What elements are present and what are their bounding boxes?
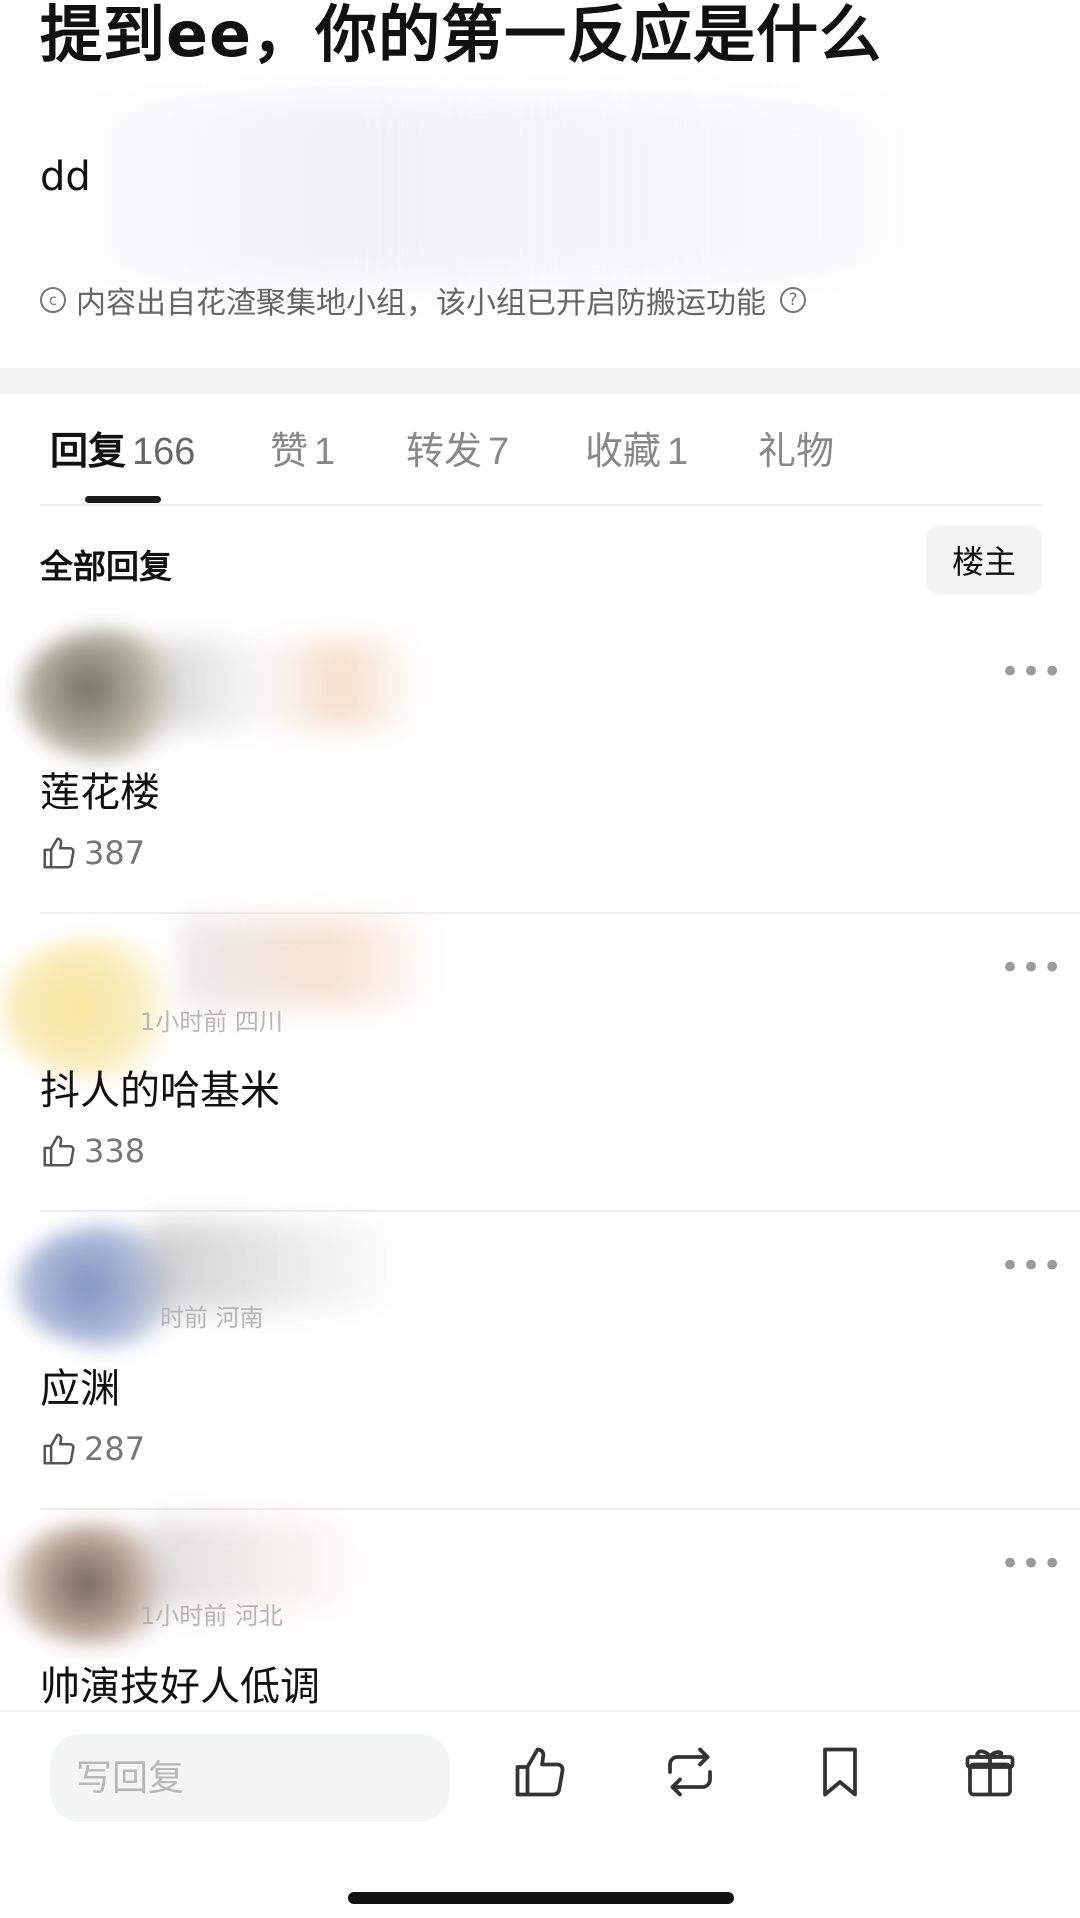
question-circle-icon[interactable]: ? (780, 287, 806, 313)
bookmark-icon[interactable] (810, 1742, 870, 1802)
like-button[interactable]: 387 (40, 834, 145, 872)
thumbs-up-icon[interactable] (510, 1742, 570, 1802)
tab-count: 1 (667, 431, 689, 473)
tab-bar: 回复 166 赞 1 转发 7 收藏 1 礼物 (0, 420, 1080, 500)
notice-text: 内容出自花渣聚集地小组，该小组已开启防搬运功能 (76, 286, 766, 321)
copyright-icon: c (40, 287, 66, 313)
username-blurred[interactable] (160, 640, 420, 730)
comment-meta: 1小时前 四川 (140, 1008, 283, 1036)
reply-input[interactable] (50, 1734, 450, 1822)
comment-divider (40, 1508, 1080, 1510)
thumbs-up-icon (43, 1135, 75, 1167)
tab-count: 166 (132, 431, 196, 473)
blurred-content-area (20, 95, 1020, 285)
tabs-divider (40, 504, 1042, 506)
tab-gifts[interactable]: 礼物 (758, 420, 834, 475)
comment-text: 应渊 (40, 1366, 120, 1412)
thumbs-up-icon (43, 837, 75, 869)
tab-replies[interactable]: 回复 166 (50, 420, 195, 475)
like-count: 387 (84, 834, 146, 872)
post-body: dd (40, 154, 91, 200)
tab-reposts[interactable]: 转发 7 (406, 420, 509, 475)
like-button[interactable]: 338 (40, 1132, 145, 1170)
thumbs-up-icon (43, 1433, 75, 1465)
more-options-icon[interactable]: ••• (1000, 948, 1063, 988)
like-count: 287 (84, 1430, 146, 1468)
home-indicator (348, 1892, 734, 1904)
tab-label: 赞 (270, 429, 309, 473)
comment-meta: 时前 河南 (160, 1304, 264, 1332)
more-options-icon[interactable]: ••• (1000, 652, 1063, 692)
tab-label: 转发 (406, 429, 483, 473)
repost-icon[interactable] (660, 1742, 720, 1802)
tab-count: 7 (488, 431, 510, 473)
tab-likes[interactable]: 赞 1 (270, 420, 335, 475)
more-options-icon[interactable]: ••• (1000, 1246, 1063, 1286)
tab-label: 收藏 (585, 429, 662, 473)
tab-label: 回复 (50, 429, 127, 473)
op-filter-button[interactable]: 楼主 (926, 525, 1042, 595)
bottom-action-bar (0, 1710, 1080, 1918)
section-separator (0, 368, 1080, 394)
comment-divider (40, 1210, 1080, 1212)
section-title: 全部回复 (40, 547, 172, 586)
tab-favorites[interactable]: 收藏 1 (585, 420, 688, 475)
gift-icon[interactable] (960, 1742, 1020, 1802)
comment-meta: 1小时前 河北 (140, 1602, 283, 1630)
post-title: 提到ee，你的第一反应是什么 (40, 0, 883, 71)
like-count: 338 (84, 1132, 146, 1170)
username-blurred[interactable] (180, 918, 440, 1008)
tab-label: 礼物 (758, 429, 835, 473)
comment-divider (40, 912, 1080, 914)
tab-count: 1 (314, 431, 336, 473)
comment-text: 抖人的哈基米 (40, 1068, 280, 1114)
comment-text: 帅演技好人低调 (40, 1664, 320, 1710)
more-options-icon[interactable]: ••• (1000, 1544, 1063, 1584)
like-button[interactable]: 287 (40, 1430, 145, 1468)
comment-text: 莲花楼 (40, 770, 160, 816)
anti-repost-notice: c 内容出自花渣聚集地小组，该小组已开启防搬运功能 ? (40, 278, 806, 322)
active-tab-indicator (85, 496, 161, 503)
